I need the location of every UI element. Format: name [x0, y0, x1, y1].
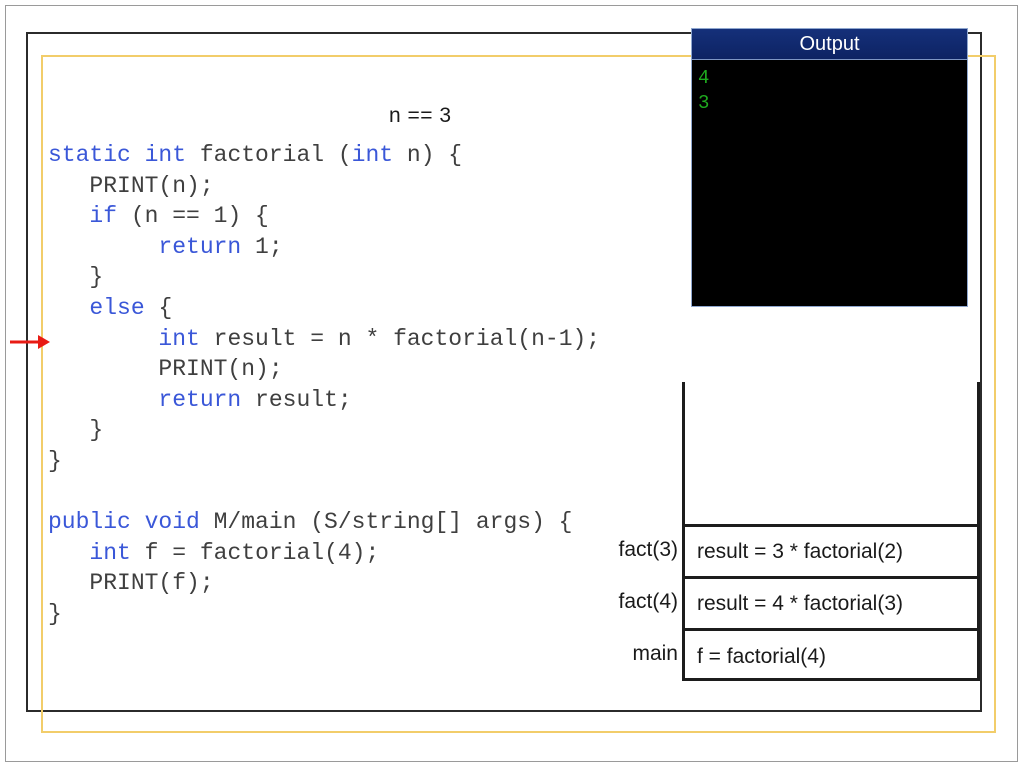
code-text: result = n * factorial(n-1);: [199, 325, 601, 352]
code-text: 1;: [241, 233, 283, 260]
code-text: PRINT(n);: [48, 356, 283, 383]
code-text: result;: [241, 386, 352, 413]
code-text: }: [48, 417, 104, 444]
output-console-window[interactable]: Output 43: [691, 28, 968, 307]
execution-pointer-arrow: [10, 335, 50, 349]
code-keyword: else: [89, 294, 145, 321]
console-title-bar: Output: [692, 29, 967, 60]
call-stack-frame: result = 4 * factorial(3): [685, 576, 977, 628]
code-line: public void M/main (S/string[] args) {: [48, 507, 648, 538]
code-keyword: int: [89, 539, 131, 566]
parameter-annotation: n == 3: [389, 104, 452, 127]
code-line: return 1;: [48, 232, 648, 263]
call-stack-diagram: result = 3 * factorial(2) result = 4 * fa…: [682, 382, 980, 681]
code-line: }: [48, 262, 648, 293]
code-line: if (n == 1) {: [48, 201, 648, 232]
code-line: return result;: [48, 385, 648, 416]
code-line: int result = n * factorial(n-1);: [48, 324, 648, 355]
call-stack-empty-space: [685, 382, 977, 524]
code-line: PRINT(f);: [48, 568, 648, 599]
code-text: factorial (: [186, 142, 352, 168]
call-stack-frames: result = 3 * factorial(2) result = 4 * fa…: [685, 524, 977, 682]
source-code-block: static int factorial (int n) { PRINT(n);…: [48, 140, 648, 630]
code-text: M/main (S/string[] args) {: [199, 509, 573, 536]
call-stack-frame-expression: result = 4 * factorial(3): [697, 591, 904, 615]
code-text: n) {: [393, 142, 463, 168]
code-line: }: [48, 446, 648, 477]
code-text: f = factorial(4);: [130, 539, 380, 566]
code-keyword: return: [158, 233, 242, 260]
code-keyword: public void: [48, 509, 200, 536]
code-keyword: int: [351, 142, 394, 168]
code-text: {: [144, 294, 173, 321]
code-text: }: [48, 600, 62, 627]
code-line: int f = factorial(4);: [48, 538, 648, 569]
call-stack-frame-expression: f = factorial(4): [697, 644, 826, 668]
call-stack-frame-label: fact(3): [618, 538, 678, 561]
call-stack-labels: fact(3) fact(4) main: [560, 382, 678, 681]
call-stack-frame-label: main: [632, 642, 678, 665]
call-stack-frame-label: fact(4): [618, 590, 678, 613]
code-line: }: [48, 599, 648, 630]
code-keyword: return: [158, 386, 242, 413]
code-text: PRINT(n);: [48, 172, 214, 199]
slide-canvas: n == 3 static int factorial (int n) { PR…: [0, 0, 1024, 768]
call-stack-frame: result = 3 * factorial(2): [685, 524, 977, 576]
code-line: PRINT(n);: [48, 354, 648, 385]
code-text: (n == 1) {: [117, 203, 269, 230]
console-line: 3: [698, 92, 710, 114]
code-text: }: [48, 264, 104, 291]
code-keyword: if: [89, 203, 118, 230]
code-line: PRINT(n);: [48, 171, 648, 202]
console-line: 4: [698, 67, 710, 89]
code-text: PRINT(f);: [48, 570, 214, 597]
code-keyword: int: [158, 325, 200, 352]
code-keyword: static int: [48, 142, 187, 168]
console-output-text: 43: [692, 60, 967, 306]
code-line: }: [48, 415, 648, 446]
call-stack-frame-expression: result = 3 * factorial(2): [697, 539, 904, 563]
call-stack-frame: f = factorial(4): [685, 628, 977, 682]
code-line: static int factorial (int n) {: [48, 140, 648, 171]
code-text: }: [48, 447, 62, 474]
code-line: else {: [48, 293, 648, 324]
